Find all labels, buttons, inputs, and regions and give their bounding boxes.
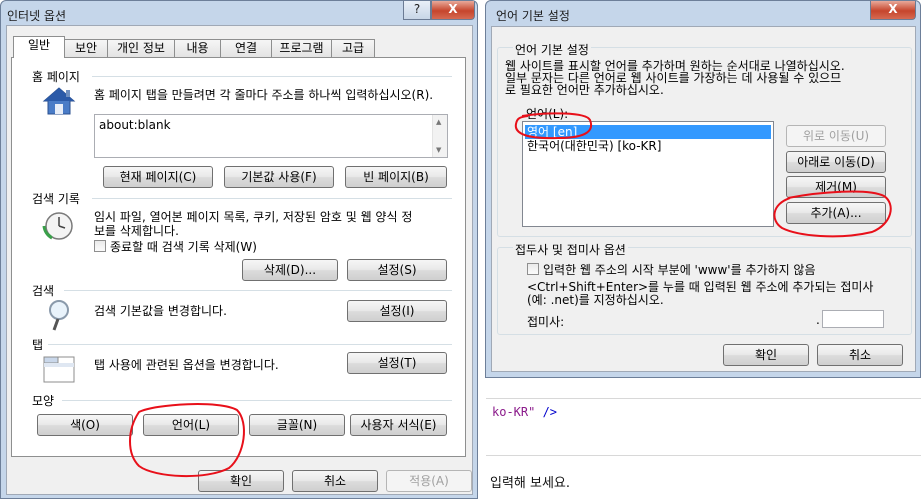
tab-general[interactable]: 일반 [13, 36, 65, 58]
use-blank-button[interactable]: 빈 페이지(B) [345, 166, 447, 188]
section-divider [64, 290, 452, 291]
delete-on-exit-label: 종료할 때 검색 기록 삭제(W) [110, 240, 257, 254]
language-description-line3: 로 필요한 언어만 추가하십시오. [505, 83, 664, 97]
move-down-button[interactable]: 아래로 이동(D) [786, 151, 886, 173]
window-title: 언어 기본 설정 [496, 9, 570, 23]
suffix-hint-line2: (예: .net)를 지정하십시오. [527, 293, 664, 307]
fonts-button[interactable]: 글꼴(N) [249, 414, 345, 436]
home-page-section-label: 홈 페이지 [32, 70, 80, 84]
colors-button[interactable]: 색(O) [37, 414, 133, 436]
background-divider [486, 398, 921, 399]
tab-advanced[interactable]: 고급 [331, 39, 375, 57]
language-preference-window: 언어 기본 설정 X 언어 기본 설정 웹 사이트를 표시할 언어를 추가하며 … [485, 0, 921, 378]
add-button[interactable]: 추가(A)... [786, 202, 886, 224]
help-button[interactable]: ? [403, 1, 431, 20]
suffix-group-title: 접두사 및 접미사 옵션 [513, 241, 628, 258]
section-divider [92, 198, 452, 199]
scroll-up-icon[interactable]: ▲ [436, 118, 441, 126]
no-www-label: 입력한 웹 주소의 시작 부분에 'www'를 추가하지 않음 [543, 263, 816, 277]
code-string: ko-KR" [492, 405, 536, 419]
tab-connections[interactable]: 연결 [220, 39, 272, 57]
search-section-label: 검색 [32, 284, 55, 298]
appearance-section-label: 모양 [32, 394, 55, 408]
code-tag: /> [535, 405, 558, 419]
home-page-input[interactable]: about:blank ▲ ▼ [94, 114, 448, 158]
delete-on-exit-checkbox[interactable] [94, 240, 106, 252]
section-divider [48, 344, 452, 345]
background-code-snippet: ko-KR" /> [492, 405, 557, 419]
background-divider [486, 455, 921, 456]
tabs-description: 탭 사용에 관련된 옵션을 변경합니다. [94, 358, 279, 372]
close-button[interactable]: X [431, 1, 475, 20]
apply-button[interactable]: 적용(A) [386, 470, 472, 492]
tabs-window-icon [42, 354, 76, 384]
no-www-checkbox[interactable] [527, 263, 539, 275]
tabs-section-label: 탭 [32, 338, 44, 352]
delete-history-button[interactable]: 삭제(D)... [242, 259, 338, 281]
search-magnifier-icon [44, 298, 76, 332]
search-description: 검색 기본값을 변경합니다. [94, 304, 227, 318]
ok-button[interactable]: 확인 [723, 344, 809, 366]
languages-button[interactable]: 언어(L) [143, 414, 239, 436]
cancel-button[interactable]: 취소 [292, 470, 378, 492]
ok-button[interactable]: 확인 [198, 470, 284, 492]
list-item[interactable]: 한국어(대한민국) [ko-KR] [525, 139, 771, 153]
language-group-title: 언어 기본 설정 [513, 41, 591, 58]
language-listbox[interactable]: 영어 [en] 한국어(대한민국) [ko-KR] [522, 121, 774, 227]
use-current-button[interactable]: 현재 페이지(C) [103, 166, 213, 188]
move-up-button[interactable]: 위로 이동(U) [786, 125, 886, 147]
remove-button[interactable]: 제거(M) [786, 176, 886, 198]
history-section-label: 검색 기록 [32, 192, 80, 206]
suffix-dot: . [816, 313, 820, 327]
close-button[interactable]: X [870, 1, 916, 20]
search-settings-button[interactable]: 설정(I) [347, 300, 447, 322]
language-list-label: 언어(L): [526, 107, 569, 121]
home-page-value: about:blank [99, 118, 171, 132]
tab-privacy[interactable]: 개인 정보 [107, 39, 175, 57]
tab-security[interactable]: 보안 [64, 39, 108, 57]
section-divider [62, 400, 452, 401]
general-tab-panel: 홈 페이지 홈 페이지 탭을 만들려면 각 줄마다 주소를 하나씩 입력하십시오… [11, 57, 466, 457]
home-icon [42, 86, 76, 116]
list-item[interactable]: 영어 [en] [525, 125, 771, 139]
tab-programs[interactable]: 프로그램 [271, 39, 332, 57]
suffix-label: 접미사: [527, 315, 565, 329]
use-default-button[interactable]: 기본값 사용(F) [224, 166, 334, 188]
accessibility-button[interactable]: 사용자 서식(E) [350, 414, 447, 436]
internet-options-window: 인터넷 옵션 ? X 일반 보안 개인 정보 내용 연결 프로그램 고급 홈 페… [0, 0, 478, 499]
background-text: 입력해 보세요. [490, 476, 571, 491]
tabs-settings-button[interactable]: 설정(T) [347, 352, 447, 374]
home-page-description: 홈 페이지 탭을 만들려면 각 줄마다 주소를 하나씩 입력하십시오(R). [94, 88, 434, 102]
history-description-line2: 보를 삭제합니다. [94, 224, 179, 238]
home-page-scrollbar[interactable]: ▲ ▼ [432, 115, 447, 157]
tab-content[interactable]: 내용 [174, 39, 221, 57]
section-divider [92, 76, 452, 77]
window-title: 인터넷 옵션 [7, 9, 67, 23]
history-icon [42, 210, 76, 242]
scroll-down-icon[interactable]: ▼ [436, 146, 441, 154]
history-settings-button[interactable]: 설정(S) [347, 259, 447, 281]
suffix-input[interactable] [822, 310, 884, 328]
cancel-button[interactable]: 취소 [817, 344, 903, 366]
